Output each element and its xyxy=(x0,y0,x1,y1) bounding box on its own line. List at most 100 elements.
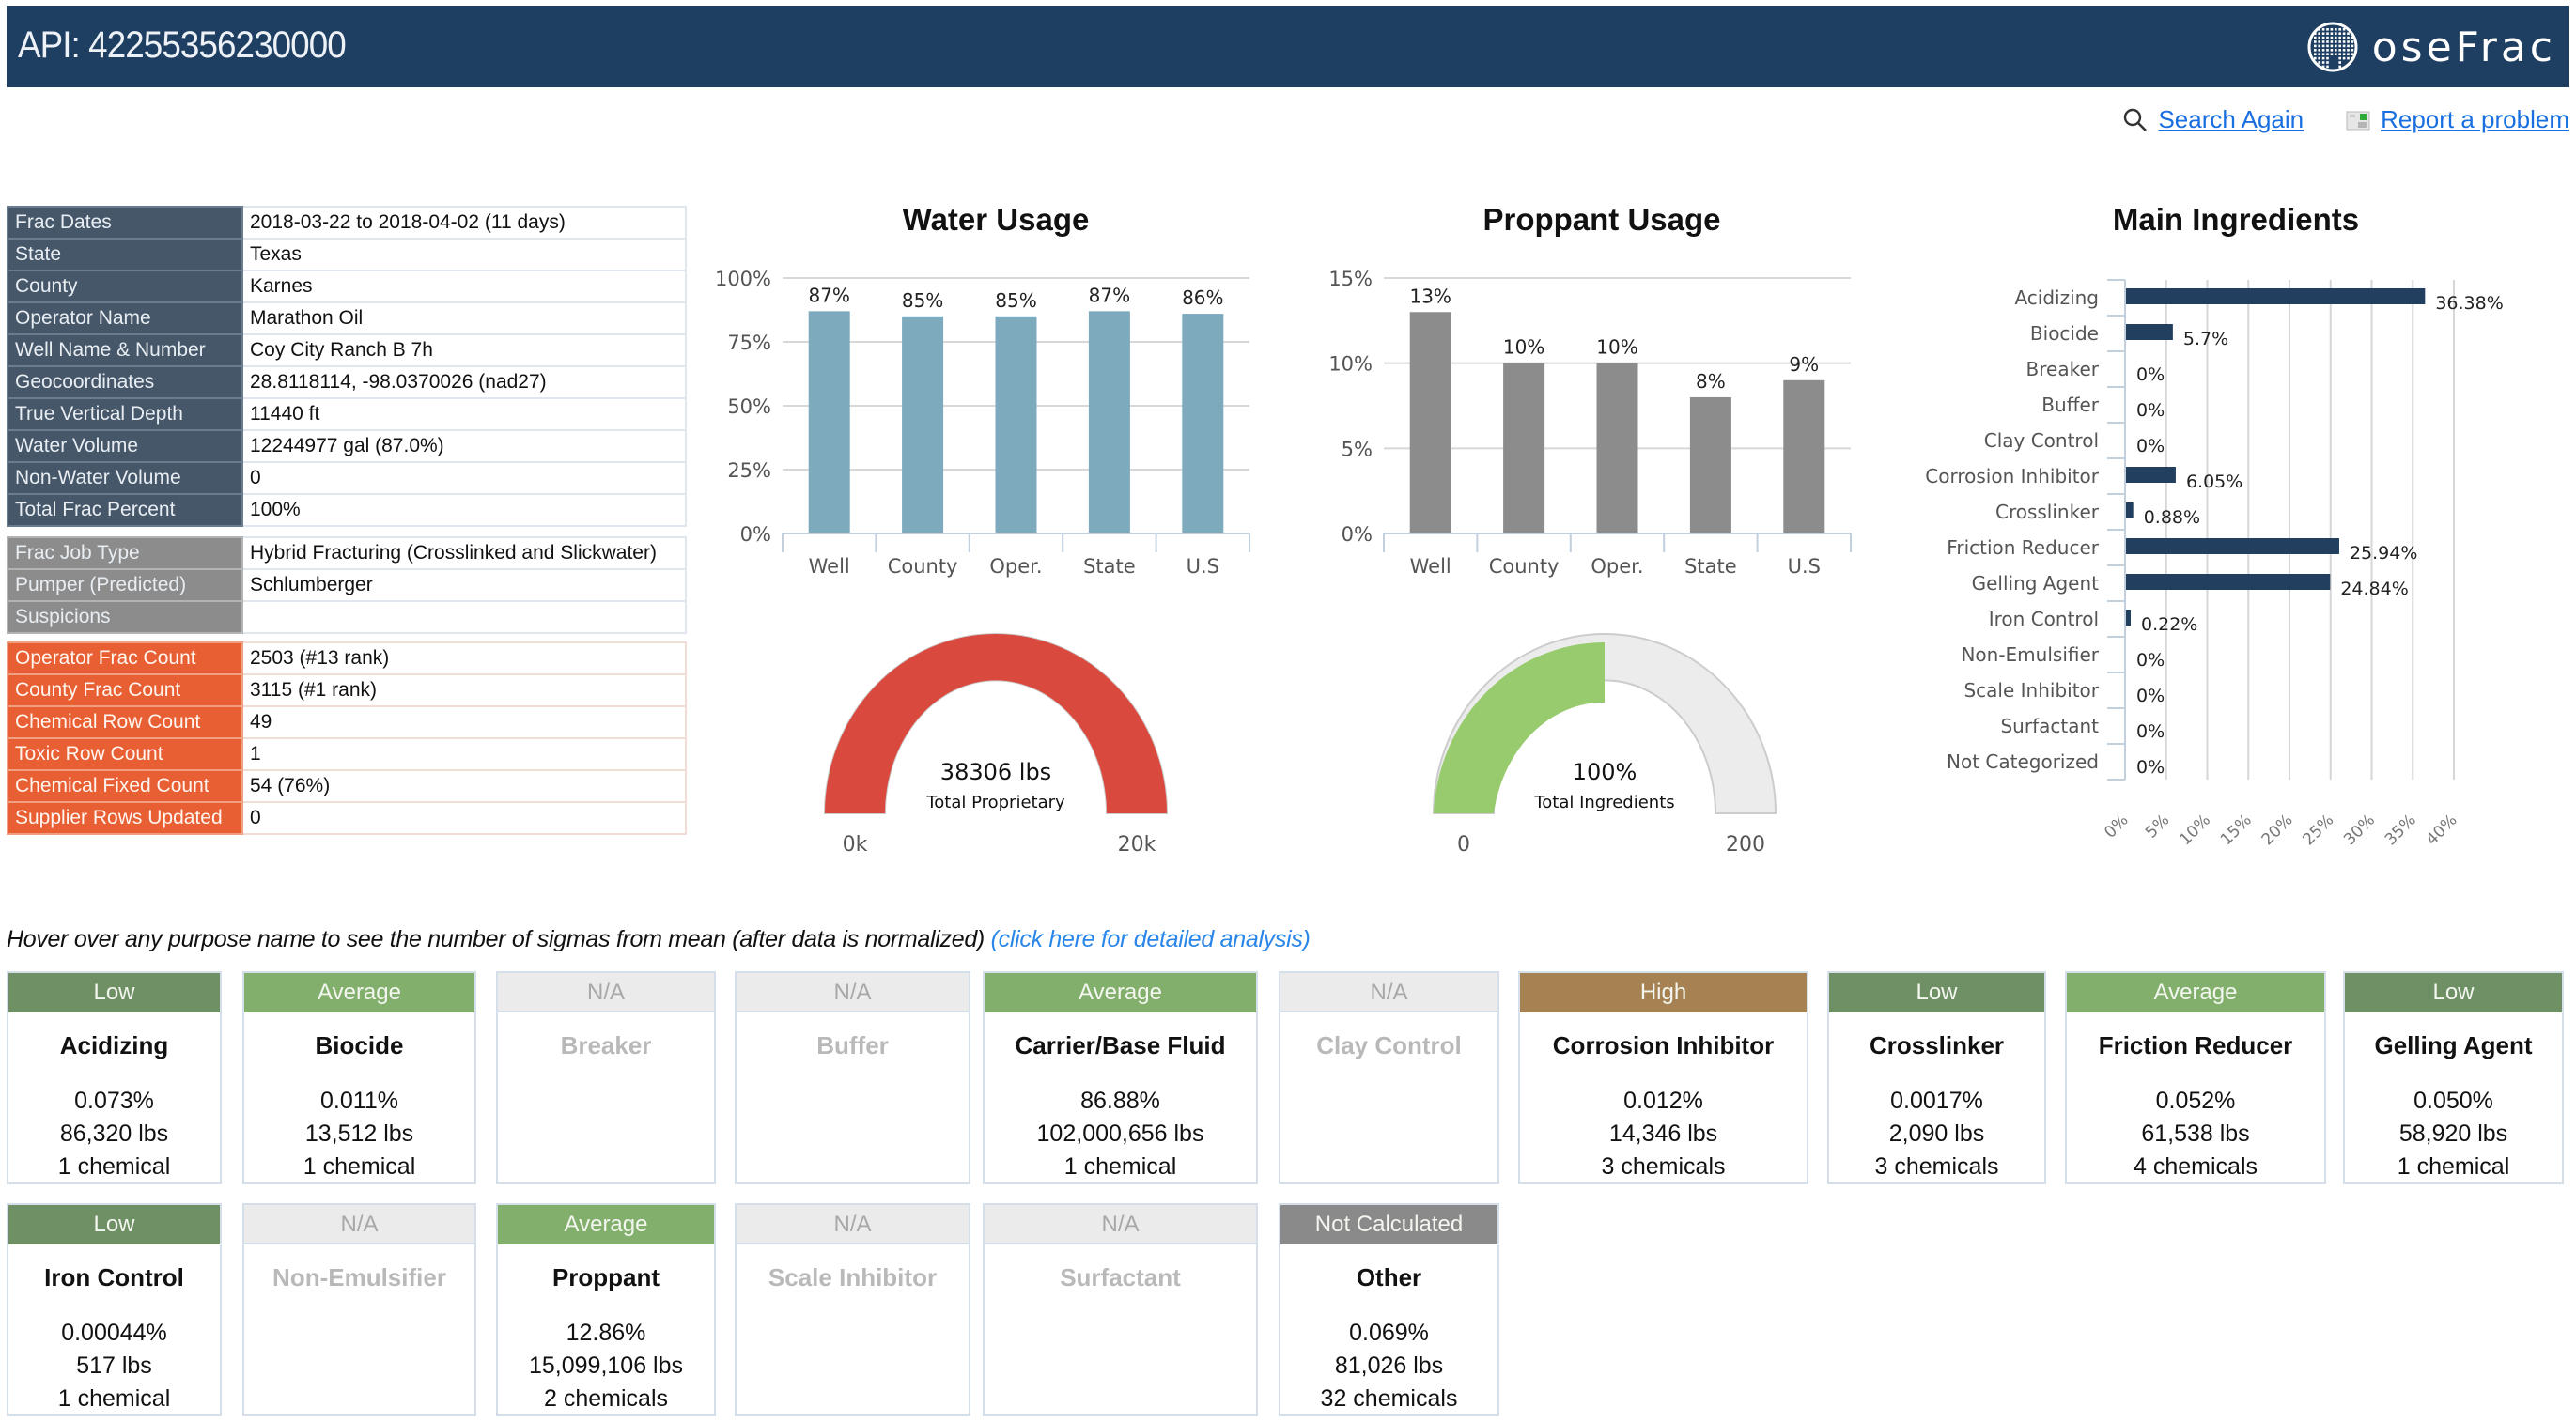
info-label: County Frac Count xyxy=(7,673,243,707)
purpose-stats: 0.012% 14,346 lbs 3 chemicals xyxy=(1520,1085,1807,1183)
globe-dot xyxy=(2338,65,2341,69)
globe-dot xyxy=(2342,40,2346,43)
water-data-label: 85% xyxy=(995,289,1036,312)
purpose-name[interactable]: Gelling Agent xyxy=(2345,1031,2562,1060)
purpose-name[interactable]: Corrosion Inhibitor xyxy=(1520,1031,1807,1060)
info-value: Marathon Oil xyxy=(241,301,687,335)
purpose-name[interactable]: Other xyxy=(1280,1263,1497,1292)
info-label: Operator Name xyxy=(7,301,243,335)
proppant-usage-chart: 0% 5% 10% 15% 13% Well 10% County 10% Oper. 8% Stat… xyxy=(1328,268,1852,578)
globe-dot xyxy=(2338,56,2341,60)
search-again-label[interactable]: Search Again xyxy=(2158,105,2304,134)
purpose-name[interactable]: Crosslinker xyxy=(1829,1031,2044,1060)
ingredients-bar xyxy=(2126,502,2134,518)
globe-dot xyxy=(2334,32,2337,35)
purpose-stats: 12.86% 15,099,106 lbs 2 chemicals xyxy=(498,1317,714,1415)
info-value: 12244977 gal (87.0%) xyxy=(241,429,687,463)
info-label: Frac Job Type xyxy=(7,536,243,570)
globe-dot xyxy=(2334,40,2337,43)
info-value: 0 xyxy=(241,461,687,495)
status-badge: N/A xyxy=(737,973,969,1012)
detailed-analysis-link[interactable]: (click here for detailed analysis) xyxy=(991,926,1311,952)
water-xtick-label: U.S xyxy=(1187,555,1219,578)
ingredients-data-label: 0% xyxy=(2136,650,2165,671)
proprietary-min-label: 0k xyxy=(843,833,868,855)
info-row: Frac Dates 2018-03-22 to 2018-04-02 (11 d… xyxy=(7,206,687,240)
globe-dot xyxy=(2351,44,2353,48)
globe-dot xyxy=(2338,40,2341,43)
globe-dot xyxy=(2325,53,2329,55)
globe-icon xyxy=(2307,22,2358,72)
info-row: State Texas xyxy=(7,238,687,271)
purpose-name[interactable]: Proppant xyxy=(498,1263,714,1292)
logo[interactable]: oseFrac xyxy=(2306,19,2556,75)
purpose-card-scale-inhibitor: N/A Scale Inhibitor xyxy=(735,1203,970,1416)
ingredients-bar xyxy=(2126,467,2176,483)
ingredients-xtick-label: 5% xyxy=(2142,811,2173,842)
info-row: True Vertical Depth 11440 ft xyxy=(7,397,687,431)
globe-dot xyxy=(2338,61,2341,64)
water-xtick-label: Oper. xyxy=(989,555,1042,578)
water-ytick-label: 100% xyxy=(715,268,771,290)
purpose-name[interactable]: Surfactant xyxy=(985,1263,1256,1292)
ingredients-data-label: 25.94% xyxy=(2350,543,2417,564)
info-value: 100% xyxy=(241,493,687,527)
purpose-name[interactable]: Biocide xyxy=(244,1031,474,1060)
info-row: County Karnes xyxy=(7,270,687,303)
purpose-name[interactable]: Buffer xyxy=(737,1031,969,1060)
globe-dot xyxy=(2318,40,2320,43)
globe-dot xyxy=(2338,28,2341,31)
globe-dot xyxy=(2346,53,2350,55)
purpose-name[interactable]: Acidizing xyxy=(8,1031,220,1060)
water-data-label: 87% xyxy=(1089,284,1130,306)
status-badge: N/A xyxy=(498,973,714,1012)
globe-dot xyxy=(2351,40,2353,43)
purpose-name[interactable]: Breaker xyxy=(498,1031,714,1060)
ingredients-category-label: Surfactant xyxy=(2000,715,2099,737)
proppant-bar xyxy=(1409,312,1451,533)
purpose-card-breaker: N/A Breaker xyxy=(496,971,716,1184)
info-row: Chemical Row Count 49 xyxy=(7,705,687,739)
report-problem-link[interactable]: Report a problem xyxy=(2345,105,2569,134)
info-value: 2018-03-22 to 2018-04-02 (11 days) xyxy=(241,206,687,240)
globe-dot xyxy=(2342,56,2346,60)
info-row: County Frac Count 3115 (#1 rank) xyxy=(7,673,687,707)
water-ytick-label: 75% xyxy=(727,332,771,354)
globe-dot xyxy=(2342,32,2346,35)
purpose-stats: 0.050% 58,920 lbs 1 chemical xyxy=(2345,1085,2562,1183)
water-usage-chart: 0% 25% 50% 75% 100% 87% Well 85% County 85% Oper. 8… xyxy=(715,268,1250,578)
ingredients-xtick-label: 10% xyxy=(2176,811,2214,845)
status-badge: High xyxy=(1520,973,1807,1012)
water-bar xyxy=(1088,311,1130,533)
purpose-chemicals: 3 chemicals xyxy=(1874,1153,1999,1180)
globe-dot xyxy=(2346,36,2350,39)
globe-dot xyxy=(2342,28,2346,31)
purpose-percent: 86.88% xyxy=(1080,1088,1160,1114)
ingredients-bar xyxy=(2126,288,2426,304)
ingredients-data-label: 0% xyxy=(2136,721,2165,742)
purpose-name[interactable]: Clay Control xyxy=(1280,1031,1497,1060)
info-label: Operator Frac Count xyxy=(7,641,243,675)
water-bar xyxy=(995,316,1037,533)
purpose-percent: 0.050% xyxy=(2413,1088,2493,1114)
globe-dot xyxy=(2334,53,2337,55)
search-again-link[interactable]: Search Again xyxy=(2122,105,2304,134)
proppant-data-label: 10% xyxy=(1503,336,1544,359)
purpose-name[interactable]: Carrier/Base Fluid xyxy=(985,1031,1256,1060)
purpose-name[interactable]: Iron Control xyxy=(8,1263,220,1292)
water-bar xyxy=(902,316,944,533)
report-problem-label[interactable]: Report a problem xyxy=(2381,105,2569,134)
proprietary-caption: Total Proprietary xyxy=(925,793,1065,812)
api-title: API: 42255356230000 xyxy=(18,24,347,66)
purpose-name[interactable]: Non-Emulsifier xyxy=(244,1263,474,1292)
info-label: Geocoordinates xyxy=(7,365,243,399)
status-badge: N/A xyxy=(244,1205,474,1244)
info-label: True Vertical Depth xyxy=(7,397,243,431)
purpose-name[interactable]: Friction Reducer xyxy=(2067,1031,2324,1060)
purpose-name[interactable]: Scale Inhibitor xyxy=(737,1263,969,1292)
purpose-card-non-emulsifier: N/A Non-Emulsifier xyxy=(242,1203,476,1416)
globe-dot xyxy=(2325,40,2329,43)
info-label: Water Volume xyxy=(7,429,243,463)
purpose-card-gelling-agent: Low Gelling Agent 0.050% 58,920 lbs 1 chemic… xyxy=(2343,971,2564,1184)
purpose-card-carrier-base-fluid: Average Carrier/Base Fluid 86.88% 102,000,6… xyxy=(983,971,1258,1184)
